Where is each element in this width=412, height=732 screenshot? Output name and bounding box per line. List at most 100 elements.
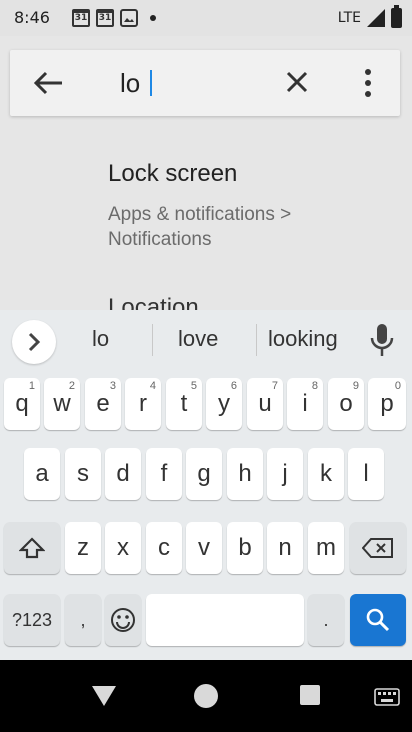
suggestion-3[interactable]: looking [268, 326, 338, 352]
key-label: p [380, 390, 394, 417]
key-j[interactable]: j [267, 448, 303, 500]
suggestion-2[interactable]: love [178, 326, 218, 352]
status-right: LTE [337, 5, 402, 28]
emoji-icon [111, 608, 135, 632]
backspace-icon [362, 538, 393, 558]
key-label: b [238, 534, 252, 561]
result-item[interactable]: Lock screen Apps & notifications > Notif… [0, 150, 412, 250]
key-label: f [160, 460, 168, 487]
calendar-icon: 31 [96, 9, 114, 27]
key-hint: 6 [230, 380, 237, 392]
key-label: u [258, 390, 272, 417]
emoji-key[interactable] [105, 594, 141, 646]
key-c[interactable]: c [146, 522, 182, 574]
key-s[interactable]: s [65, 448, 101, 500]
key-y[interactable]: y6 [206, 378, 242, 430]
key-l[interactable]: l [348, 448, 384, 500]
period-key[interactable]: . [308, 594, 344, 646]
chevron-right-icon [28, 332, 41, 352]
key-g[interactable]: g [186, 448, 222, 500]
result-title: Location [108, 294, 199, 310]
more-vert-icon[interactable] [358, 66, 378, 100]
result-summary: Apps & notifications > Notifications [108, 204, 292, 250]
signal-icon [367, 9, 385, 27]
search-input[interactable] [120, 66, 280, 100]
key-label: o [339, 390, 353, 417]
calendar-icon: 31 [72, 9, 90, 27]
status-time: 8:46 [14, 8, 50, 27]
backspace-key[interactable] [350, 522, 406, 574]
key-label: m [316, 534, 336, 561]
search-action-key[interactable] [350, 594, 406, 646]
key-p[interactable]: p0 [368, 378, 406, 430]
key-label: c [158, 534, 170, 561]
text-cursor [150, 70, 152, 96]
gallery-icon [120, 9, 138, 27]
key-h[interactable]: h [227, 448, 263, 500]
comma-key[interactable]: , [65, 594, 101, 646]
key-hint: 1 [28, 380, 35, 392]
key-hint: 7 [271, 380, 278, 392]
key-b[interactable]: b [227, 522, 263, 574]
key-label: d [116, 460, 130, 487]
result-item-partial[interactable]: Location [108, 294, 228, 310]
nav-back-icon[interactable] [90, 684, 118, 708]
clear-icon[interactable] [282, 67, 312, 97]
key-label: x [117, 534, 129, 561]
key-a[interactable]: a [24, 448, 60, 500]
shift-key[interactable] [4, 522, 60, 574]
key-m[interactable]: m [308, 522, 344, 574]
divider [152, 324, 153, 356]
key-z[interactable]: z [65, 522, 101, 574]
key-label: l [363, 460, 369, 487]
back-arrow-icon[interactable] [32, 70, 66, 96]
nav-home-icon[interactable] [194, 684, 218, 708]
result-title: Lock screen [108, 160, 238, 187]
search-field-container [10, 50, 400, 116]
expand-suggestions-button[interactable] [12, 320, 56, 364]
key-hint: 2 [68, 380, 75, 392]
key-label: z [77, 534, 89, 561]
key-x[interactable]: x [105, 522, 141, 574]
key-n[interactable]: n [267, 522, 303, 574]
key-u[interactable]: u7 [247, 378, 283, 430]
notification-icons: 31 31 [72, 9, 156, 27]
key-label: y [218, 390, 230, 417]
key-label: g [197, 460, 211, 487]
key-o[interactable]: o9 [328, 378, 364, 430]
key-label: r [139, 390, 147, 417]
network-type: LTE [337, 10, 361, 26]
key-label: i [302, 390, 308, 417]
key-v[interactable]: v [186, 522, 222, 574]
key-w[interactable]: w2 [44, 378, 80, 430]
shift-icon [19, 537, 45, 559]
key-label: n [278, 534, 292, 561]
key-label: j [282, 460, 288, 487]
space-bar[interactable] [146, 594, 304, 646]
key-q[interactable]: q1 [4, 378, 40, 430]
key-label: s [77, 460, 89, 487]
key-r[interactable]: r4 [125, 378, 161, 430]
key-hint: 0 [394, 380, 401, 392]
key-d[interactable]: d [105, 448, 141, 500]
key-label: v [198, 534, 210, 561]
key-hint: 8 [311, 380, 318, 392]
key-t[interactable]: t5 [166, 378, 202, 430]
key-k[interactable]: k [308, 448, 344, 500]
key-label: w [53, 390, 71, 417]
status-bar: 8:46 31 31 LTE [0, 0, 412, 36]
key-label: q [15, 390, 29, 417]
key-label: e [96, 390, 110, 417]
keyboard-switch-icon[interactable] [374, 688, 400, 706]
key-i[interactable]: i8 [287, 378, 323, 430]
key-e[interactable]: e3 [85, 378, 121, 430]
symbols-key[interactable]: ?123 [4, 594, 60, 646]
battery-icon [391, 5, 402, 28]
suggestion-1[interactable]: lo [92, 326, 109, 352]
key-hint: 4 [149, 380, 156, 392]
key-f[interactable]: f [146, 448, 182, 500]
key-label: k [320, 460, 332, 487]
divider [256, 324, 257, 356]
mic-icon[interactable] [366, 322, 398, 358]
nav-recents-icon[interactable] [300, 685, 320, 705]
